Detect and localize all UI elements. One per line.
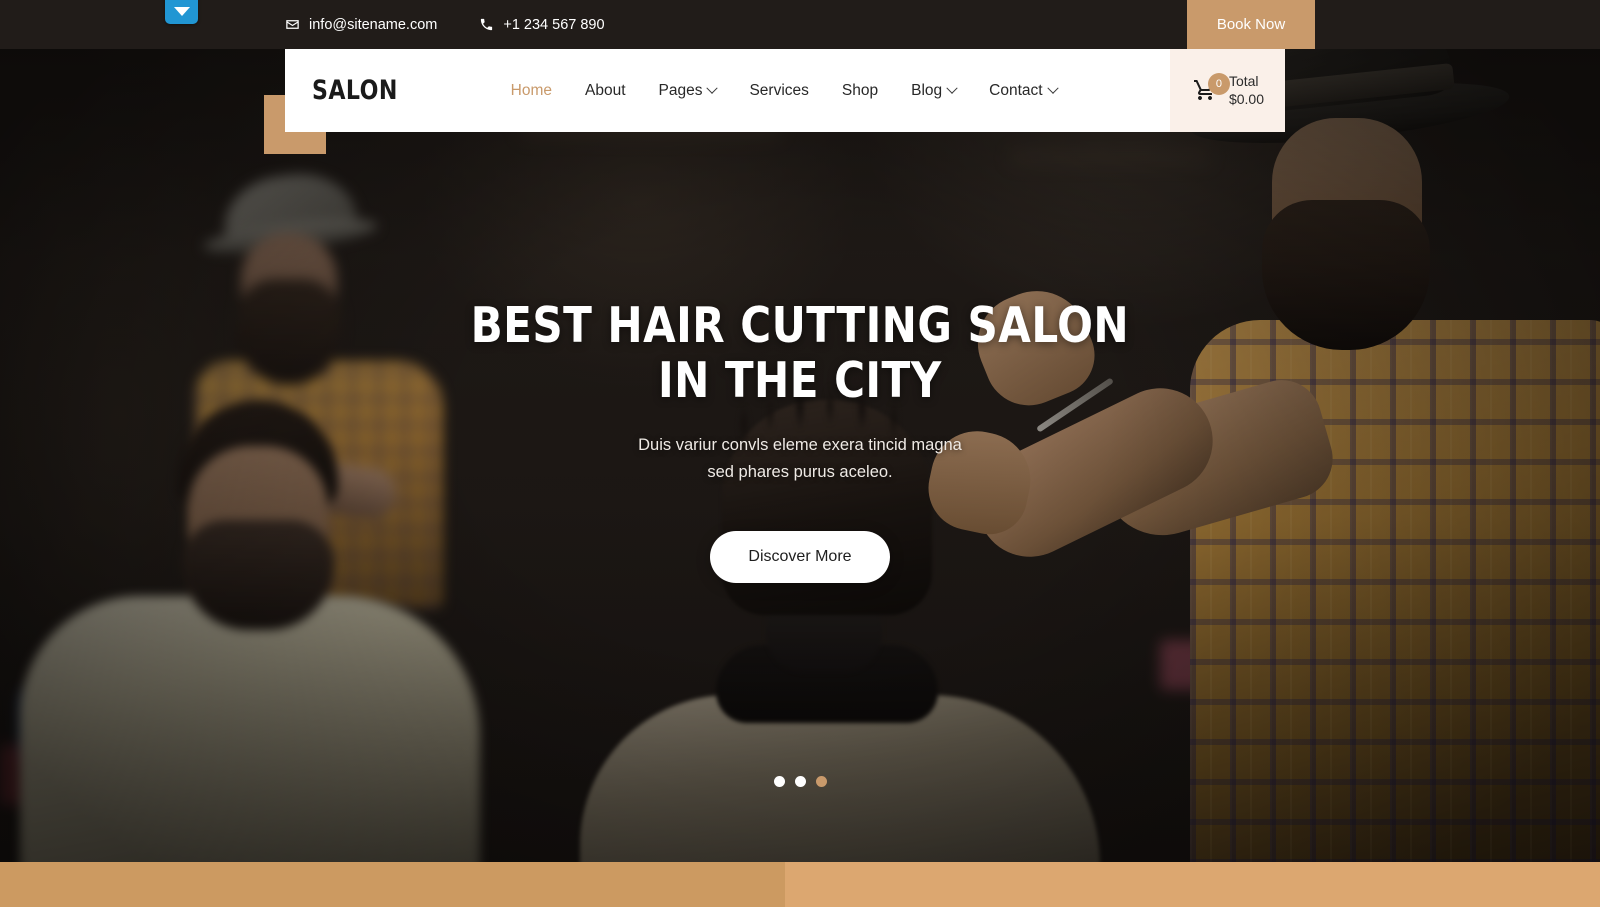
bottom-accent-band <box>0 862 1600 907</box>
nav-item-pages-label: Pages <box>658 81 703 99</box>
cart-summary[interactable]: 0 Total $0.00 <box>1170 49 1285 132</box>
nav-item-pages[interactable]: Pages <box>658 81 719 100</box>
bottom-band-right-segment <box>785 862 1600 907</box>
chevron-down-icon <box>946 82 958 94</box>
hero-subtitle-line-1: Duis variur convls eleme exera tincid ma… <box>638 435 962 454</box>
discover-more-button[interactable]: Discover More <box>710 531 890 584</box>
book-now-button[interactable]: Book Now <box>1187 0 1315 49</box>
slider-dot-2[interactable] <box>794 776 806 787</box>
caret-down-widget-button[interactable] <box>165 0 198 24</box>
slider-dot-3-active[interactable] <box>815 776 827 787</box>
nav-item-home[interactable]: Home <box>511 82 552 100</box>
hero-subtitle-line-2: sed phares purus aceleo. <box>707 462 893 481</box>
cart-total-label: Total <box>1228 73 1259 89</box>
page-title: BEST HAIR CUTTING SALON IN THE CITY <box>470 296 1130 409</box>
bottom-band-left-segment <box>0 862 785 907</box>
caret-down-icon <box>173 7 190 16</box>
nav-item-about-label: About <box>585 81 626 99</box>
hero-title-line-1: BEST HAIR CUTTING SALON <box>470 296 1130 354</box>
nav-item-services-label: Services <box>749 81 809 99</box>
nav-item-blog-label: Blog <box>911 81 943 99</box>
nav-item-shop-label: Shop <box>841 81 879 99</box>
cart-total-value: $0.00 <box>1228 90 1265 107</box>
nav-item-contact-label: Contact <box>989 81 1043 99</box>
hero-subtitle: Duis variur convls eleme exera tincid ma… <box>638 432 962 486</box>
nav-menu: Home About Pages Services Shop Blog Cont… <box>511 81 1059 100</box>
top-info-bar: info@sitename.com +1 234 567 890 Book No… <box>0 0 1600 49</box>
slider-pagination <box>0 776 1600 787</box>
hero-title-line-2: IN THE CITY <box>658 351 942 409</box>
contact-phone-text: +1 234 567 890 <box>503 16 605 33</box>
cart-total: Total $0.00 <box>1229 73 1264 108</box>
main-navigation-bar: SALON Home About Pages Services Shop Blo… <box>285 49 1285 132</box>
page-root: BEST HAIR CUTTING SALON IN THE CITY Duis… <box>0 0 1600 907</box>
contact-email[interactable]: info@sitename.com <box>285 17 437 33</box>
contact-phone[interactable]: +1 234 567 890 <box>479 16 605 33</box>
nav-item-home-label: Home <box>510 81 552 99</box>
shopping-cart-icon: 0 <box>1191 72 1230 104</box>
nav-item-services[interactable]: Services <box>749 82 808 100</box>
nav-item-about[interactable]: About <box>585 82 626 100</box>
nav-item-contact[interactable]: Contact <box>989 81 1059 100</box>
chevron-down-icon <box>706 82 719 94</box>
envelope-icon <box>285 17 300 32</box>
site-logo[interactable]: SALON <box>312 75 398 106</box>
contact-email-text: info@sitename.com <box>309 16 438 33</box>
slider-dot-1[interactable] <box>773 776 785 787</box>
nav-item-shop[interactable]: Shop <box>842 82 878 100</box>
nav-item-blog[interactable]: Blog <box>911 81 958 100</box>
chevron-down-icon <box>1046 82 1059 94</box>
cart-count-badge: 0 <box>1207 72 1230 95</box>
phone-icon <box>479 17 494 32</box>
